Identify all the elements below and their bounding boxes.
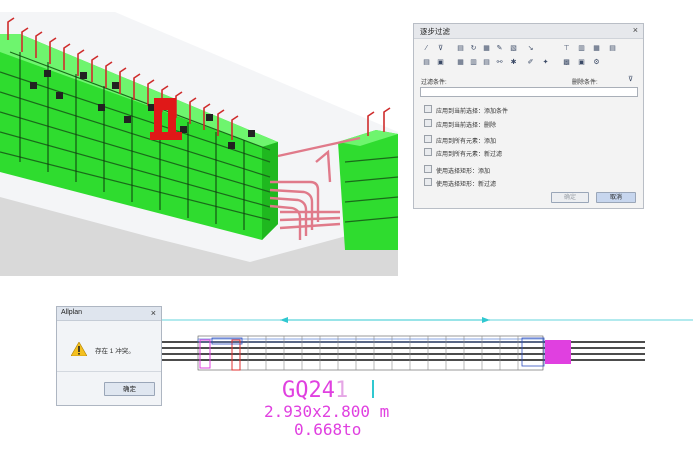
left-end-red [231,339,241,371]
layer2-icon[interactable]: ▤ [422,59,431,67]
close-icon[interactable]: × [151,308,156,318]
option-label-2: 应用到当前选择：删除 [436,123,497,129]
option-label-3: 应用到所有元素：添加 [436,139,497,145]
delete-condition-label: 删除条件: [572,80,598,86]
brush-icon[interactable]: ✐ [526,59,535,67]
close-icon[interactable]: × [633,25,638,35]
link-icon[interactable]: ⚯ [495,59,504,67]
format-icon[interactable]: ▥ [577,45,586,53]
option-checkbox-6[interactable] [424,178,432,186]
stack-icon[interactable]: ▤ [608,45,617,53]
pattern-icon[interactable]: ▩ [562,59,571,67]
allplan-message: 存在 1 冲突。 [95,348,135,355]
allplan-dialog: Allplan × 存在 1 冲突。 确定 [56,306,162,406]
pen-icon[interactable]: ✎ [495,45,504,53]
ok-button[interactable]: 确定 [104,382,155,396]
horizontal-rebars [162,341,645,361]
settings-icon[interactable]: ⚙ [592,59,601,67]
filter-condition-label: 过滤条件: [421,80,447,86]
option-checkbox-4[interactable] [424,148,432,156]
option-checkbox-3[interactable] [424,135,432,143]
tag-icon[interactable]: ▤ [482,59,491,67]
filter-icon[interactable]: ⊽ [436,45,445,53]
cancel-button[interactable]: 取消 [596,192,636,203]
option-checkbox-1[interactable] [424,105,432,113]
option-label-1: 应用到当前选择：添加条件 [436,109,509,115]
arrow-icon[interactable]: ↘ [526,45,535,53]
filter-dialog: 逐步过滤 × ⁄ ⊽ ▤ ↻ ▦ ✎ ▧ ↘ ⊤ ▥ ▦ ▤ ▤ ▣ ▦ ▥ ▤… [413,23,644,209]
cad-label-code: GQ24 [282,378,335,403]
table-icon[interactable]: ▦ [456,59,465,67]
concrete-block-right [338,130,398,250]
option-label-4: 应用到所有元素：新过滤 [436,152,503,158]
cad-dimensions: 2.930x2.800 m [264,402,390,421]
warning-icon [71,342,87,356]
filter-dialog-title: 逐步过滤 [420,27,450,36]
ok-button[interactable]: 确定 [551,192,589,203]
filter-dialog-titlebar: 逐步过滤 × [414,24,643,39]
cad-label-suffix: 1 [334,378,349,403]
beam-outline [197,335,544,371]
list-icon[interactable]: ▥ [469,59,478,67]
magic-icon[interactable]: ✱ [509,59,518,67]
allplan-dialog-title: Allplan [61,309,83,316]
arrow-left-icon [280,317,288,323]
layer-icon[interactable]: ▤ [456,45,465,53]
option-checkbox-2[interactable] [424,119,432,127]
rebar-3d-model [0,12,398,276]
pin-icon[interactable]: ⊤ [562,45,571,53]
element-icon[interactable]: ▦ [482,45,491,53]
copy-icon[interactable]: ▣ [436,59,445,67]
stirrup-lines [247,336,519,370]
paint-icon[interactable]: ✦ [541,59,550,67]
pipette-icon[interactable]: ⁄ [422,45,431,53]
cad-label-main: GQ241 [282,378,348,403]
grid-icon[interactable]: ▦ [592,45,601,53]
right-end-magenta-block [545,340,571,364]
3d-viewport[interactable] [0,12,398,276]
option-checkbox-5[interactable] [424,165,432,173]
filter-input[interactable] [420,87,638,97]
cad-weight: 0.668to [294,420,362,439]
frame-icon[interactable]: ▣ [577,59,586,67]
option-label-6: 使用选择矩形：新过滤 [436,182,497,188]
group-icon[interactable]: ▧ [509,45,518,53]
arrow-right-icon [482,317,490,323]
option-label-5: 使用选择矩形：添加 [436,169,491,175]
allplan-dialog-titlebar: Allplan × [57,307,161,321]
funnel-icon[interactable]: ⊽ [626,76,635,84]
rotate-icon[interactable]: ↻ [469,45,478,53]
